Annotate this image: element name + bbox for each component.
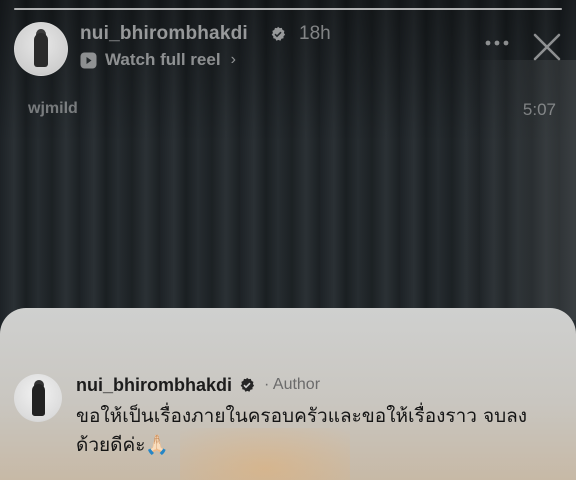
reel-icon — [80, 52, 97, 68]
avatar-figure — [34, 33, 48, 67]
more-options-icon[interactable] — [484, 38, 510, 48]
watch-full-reel-link[interactable]: Watch full reel › — [80, 50, 236, 70]
comment-username[interactable]: nui_bhirombhakdi — [76, 375, 232, 396]
watch-full-reel-label: Watch full reel — [105, 50, 221, 69]
close-icon[interactable] — [532, 32, 562, 62]
story-header: nui_bhirombhakdi 18h Watch full reel › — [14, 18, 562, 78]
story-time-ago: 18h — [299, 23, 331, 44]
video-overlay-timestamp: 5:07 — [522, 100, 556, 119]
chevron-right-icon: › — [230, 51, 236, 68]
author-label: · Author — [264, 376, 321, 393]
author-comment-card[interactable]: nui_bhirombhakdi · Author ขอให้เป็นเรื่อ… — [0, 308, 576, 480]
verified-badge-icon — [240, 377, 255, 392]
video-overlay-handle: wjmild — [28, 100, 78, 117]
verified-badge-icon — [271, 26, 286, 41]
avatar[interactable] — [14, 22, 68, 76]
story-username[interactable]: nui_bhirombhakdi — [80, 23, 248, 45]
comment-text: ขอให้เป็นเรื่องภายในครอบครัวและขอให้เรื่… — [76, 405, 528, 456]
comment-avatar[interactable] — [14, 374, 62, 422]
story-progress-fill — [14, 8, 562, 10]
comment-avatar-figure — [32, 384, 45, 416]
story-progress-bar — [14, 8, 562, 10]
